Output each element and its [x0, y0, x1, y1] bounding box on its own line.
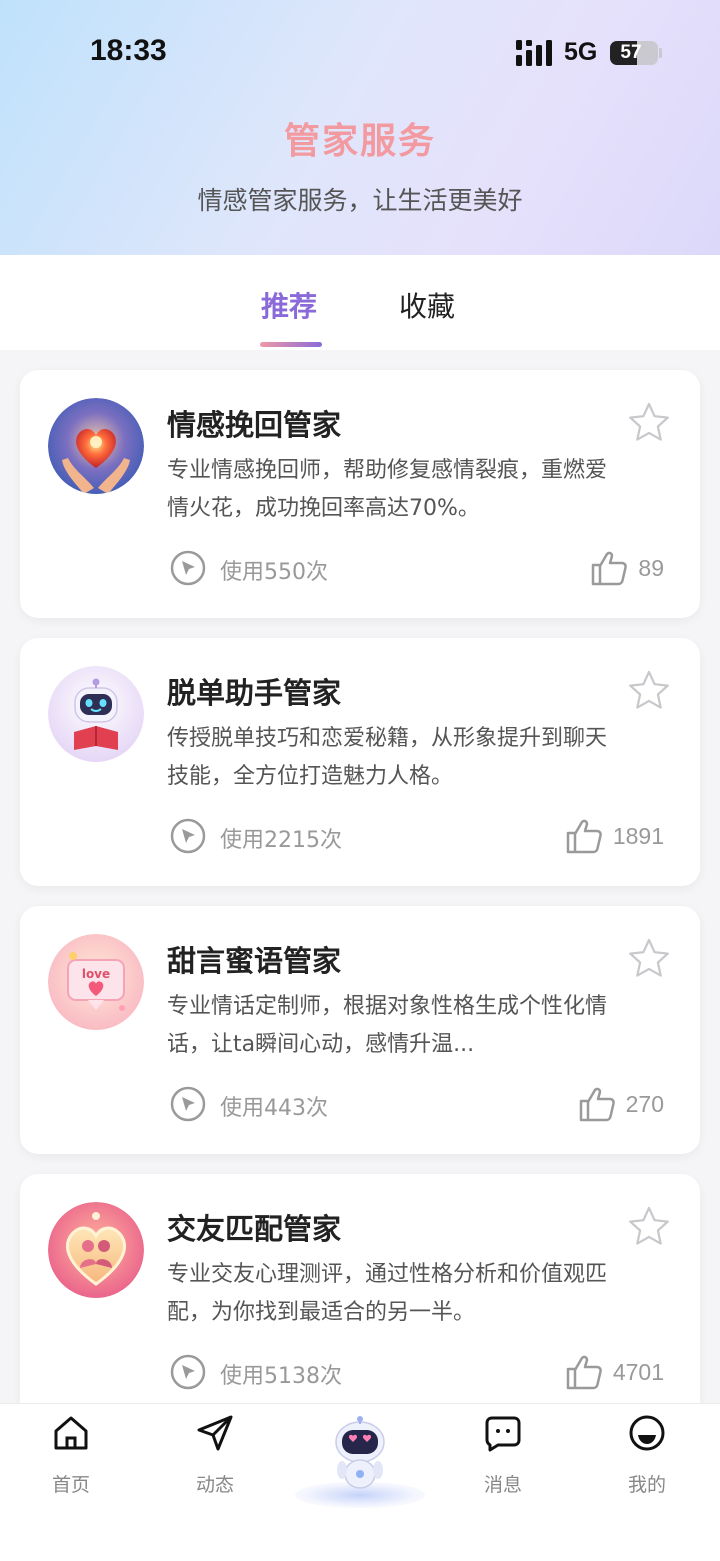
cursor-click-icon [170, 1086, 206, 1122]
network-type: 5G [564, 38, 598, 66]
nav-home-label: 首页 [51, 1474, 90, 1496]
nav-profile[interactable]: 我的 [597, 1404, 697, 1514]
service-card[interactable]: 情感挽回管家 专业情感挽回师，帮助修复感情裂痕，重燃爱情火花，成功挽回率高达70… [20, 370, 700, 618]
nav-messages[interactable]: 消息 [453, 1404, 553, 1514]
tab-favorites[interactable]: 收藏 [399, 285, 455, 325]
status-bar: 18:33 5G 57 [0, 0, 720, 105]
profile-icon [629, 1415, 665, 1451]
tab-bar: 推荐 收藏 [0, 255, 720, 350]
battery-tip [659, 48, 662, 58]
usage-count: 使用5138次 [220, 1364, 342, 1389]
star-icon[interactable] [626, 668, 672, 714]
service-card[interactable]: 交友匹配管家 专业交友心理测评，通过性格分析和价值观匹配，为你找到最适合的另一半… [20, 1174, 700, 1422]
robot-icon[interactable] [320, 1412, 400, 1502]
star-icon[interactable] [626, 400, 672, 446]
like-button[interactable]: 1891 [565, 816, 664, 856]
like-count: 1891 [612, 822, 664, 849]
battery-icon: 57 [610, 41, 658, 65]
card-description: 专业情感挽回师，帮助修复感情裂痕，重燃爱情火花，成功挽回率高达70%。 [167, 458, 607, 521]
nav-feed-label: 动态 [195, 1474, 234, 1496]
card-title: 交友匹配管家 [167, 1212, 342, 1246]
heart-in-hands-icon [48, 398, 144, 494]
nav-messages-label: 消息 [483, 1474, 522, 1496]
card-description: 传授脱单技巧和恋爱秘籍，从形象提升到聊天技能，全方位打造魅力人格。 [167, 726, 607, 789]
home-icon [54, 1416, 88, 1450]
battery-level: 57 [620, 42, 642, 63]
like-button[interactable]: 89 [590, 548, 664, 588]
active-tab-indicator [260, 342, 322, 347]
thumbs-up-icon [566, 1355, 602, 1390]
thumbs-up-icon [579, 1087, 615, 1122]
like-count: 270 [625, 1090, 664, 1117]
service-card[interactable]: love 甜言蜜语管家 专业情话定制师，根据对象性格生成个性化情话，让ta瞬间心… [20, 906, 700, 1154]
cursor-click-icon [170, 1354, 206, 1390]
status-time: 18:33 [90, 34, 167, 67]
card-title: 脱单助手管家 [167, 676, 342, 710]
nav-home[interactable]: 首页 [21, 1404, 121, 1514]
couple-heart-icon [48, 1202, 144, 1298]
usage-count: 使用443次 [220, 1096, 328, 1121]
nav-feed[interactable]: 动态 [165, 1404, 265, 1514]
cursor-click-icon [170, 818, 206, 854]
send-icon [197, 1415, 233, 1451]
thumbs-up-icon [566, 819, 602, 854]
page-subtitle: 情感管家服务，让生活更美好 [197, 186, 523, 215]
like-count: 89 [638, 554, 664, 581]
star-icon[interactable] [626, 936, 672, 982]
card-description: 专业交友心理测评，通过性格分析和价值观匹配，为你找到最适合的另一半。 [167, 1262, 607, 1325]
bottom-navigation: 首页 动态 消息 我的 [0, 1403, 720, 1561]
robot-reading-icon [48, 666, 144, 762]
tab-recommend[interactable]: 推荐 [261, 285, 317, 325]
like-button[interactable]: 4701 [565, 1352, 664, 1392]
svg-text:love: love [82, 967, 110, 981]
thumbs-up-icon [592, 551, 628, 586]
cursor-click-icon [170, 550, 206, 586]
usage-count: 使用550次 [220, 560, 328, 585]
usage-count: 使用2215次 [220, 828, 342, 853]
like-count: 4701 [612, 1358, 664, 1385]
star-icon[interactable] [626, 1204, 672, 1250]
card-description: 专业情话定制师，根据对象性格生成个性化情话，让ta瞬间心动，感情升温... [167, 994, 607, 1057]
card-title: 情感挽回管家 [167, 408, 342, 442]
page-title: 管家服务 [283, 121, 436, 162]
love-message-icon: love [48, 934, 144, 1030]
nav-profile-label: 我的 [627, 1474, 666, 1496]
service-card[interactable]: 脱单助手管家 传授脱单技巧和恋爱秘籍，从形象提升到聊天技能，全方位打造魅力人格。… [20, 638, 700, 886]
signal-icon [516, 40, 552, 66]
card-title: 甜言蜜语管家 [167, 944, 342, 978]
like-button[interactable]: 270 [578, 1084, 664, 1124]
message-icon [485, 1416, 521, 1452]
